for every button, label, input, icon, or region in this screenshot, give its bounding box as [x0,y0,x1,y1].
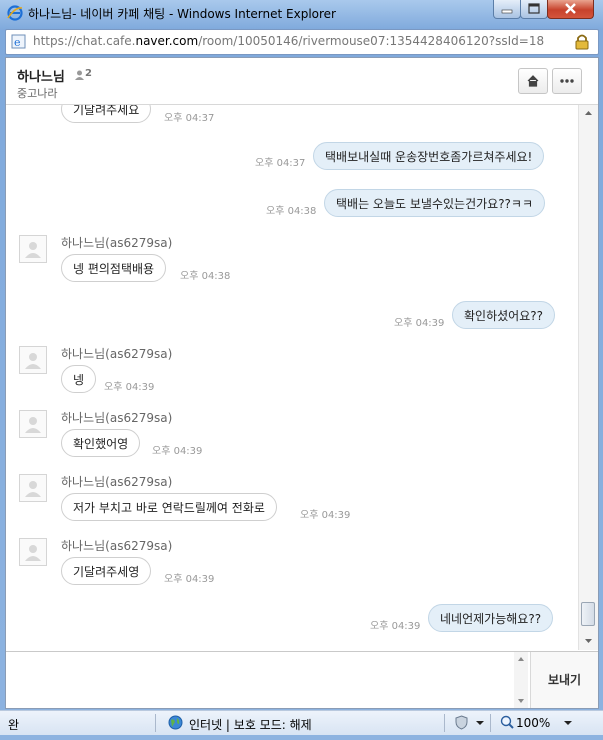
more-button[interactable] [552,68,582,94]
close-icon [565,3,576,14]
message-bubble: 확인하셨어요?? [452,301,555,329]
avatar[interactable] [19,538,47,566]
default-avatar-icon [25,545,41,561]
message-bubble: 확인했어영 [61,429,141,457]
ie-window: 하나느님- 네이버 카페 채팅 - Windows Internet Explo… [0,0,603,740]
sender-name: 하나느님(as6279sa) [61,236,173,250]
chat-page: 하나느님 2 중고나라 기달려주세요 오후 04:37 오후 04:37 택배보… [5,57,599,709]
message-time: 오후 04:39 [152,446,203,457]
room-title: 하나느님 [17,70,65,85]
message-bubble: 넹 [61,365,97,393]
default-avatar-icon [25,417,41,433]
message-bubble: 택배는 오늘도 보낼수있는건가요??ㅋㅋ [324,189,546,217]
security-shield-icon[interactable] [454,715,469,730]
title-bar: 하나느님- 네이버 카페 채팅 - Windows Internet Explo… [0,0,603,26]
globe-icon [168,715,183,730]
message-bubble: 넹 편의점택배용 [61,254,167,282]
message-bubble: 기달려주세영 [61,557,152,585]
security-zone[interactable]: 인터넷 | 보호 모드: 해제 [189,716,312,733]
message-time: 오후 04:38 [266,206,317,217]
sender-name: 하나느님(as6279sa) [61,347,173,361]
close-button[interactable] [547,0,594,19]
default-avatar-icon [25,353,41,369]
message-bubble: 기달려주세요 [61,105,152,123]
message-time: 오후 04:37 [255,158,306,169]
minimize-button[interactable] [493,0,521,19]
zoom-level[interactable]: 100% [516,716,550,730]
lock-icon[interactable] [574,33,590,50]
chat-header: 하나느님 2 중고나라 [6,58,598,105]
message-bubble: 저가 부치고 바로 연락드릴께여 전화로 [61,493,277,521]
message-time: 오후 04:39 [104,382,155,393]
message-time: 오후 04:39 [164,574,215,585]
svg-text:e: e [14,36,21,49]
status-divider [490,714,491,732]
scrollbar-thumb[interactable] [581,602,595,626]
sender-name: 하나느님(as6279sa) [61,411,173,425]
maximize-icon [528,3,540,14]
window-title: 하나느님- 네이버 카페 채팅 - Windows Internet Explo… [28,7,336,21]
avatar[interactable] [19,474,47,502]
sender-name: 하나느님(as6279sa) [61,475,173,489]
minimize-icon [501,9,513,14]
scroll-down-icon[interactable] [579,635,598,647]
page-icon: e [11,34,26,49]
default-avatar-icon [25,481,41,497]
status-divider [155,714,156,732]
default-avatar-icon [25,242,41,258]
address-bar[interactable]: e https://chat.cafe.naver.com/room/10050… [5,29,599,55]
zoom-dropdown-icon[interactable] [564,721,572,725]
status-divider [444,714,445,732]
member-count: 2 [85,68,92,79]
composer-scrollbar[interactable] [514,652,528,708]
message-scrollbar[interactable] [578,105,598,650]
more-icon [560,79,574,83]
message-bubble: 택배보내실때 운송장번호좀가르쳐주세요! [313,142,545,170]
avatar[interactable] [19,235,47,263]
send-button[interactable]: 보내기 [530,652,598,708]
home-icon [527,75,539,87]
shield-dropdown-icon[interactable] [476,721,484,725]
message-input[interactable] [8,654,517,708]
home-button[interactable] [518,68,548,94]
message-time: 오후 04:39 [394,318,445,329]
avatar[interactable] [19,346,47,374]
message-bubble: 네네언제가능해요?? [428,604,554,632]
message-time: 오후 04:39 [370,621,421,632]
maximize-button[interactable] [520,0,548,19]
avatar[interactable] [19,410,47,438]
status-bar: 완 인터넷 | 보호 모드: 해제 100% [0,710,603,735]
message-list[interactable]: 기달려주세요 오후 04:37 오후 04:37 택배보내실때 운송장번호좀가르… [6,105,578,650]
ie-logo-icon [7,5,23,21]
zoom-icon [500,715,514,729]
address-url: https://chat.cafe.naver.com/room/1005014… [33,34,545,48]
status-text: 완 [8,718,20,732]
message-time: 오후 04:37 [164,113,215,124]
scroll-up-icon[interactable] [579,107,598,119]
message-time: 오후 04:38 [180,271,231,282]
sender-name: 하나느님(as6279sa) [61,539,173,553]
message-time: 오후 04:39 [300,510,351,521]
person-icon [75,70,84,80]
cafe-name[interactable]: 중고나라 [17,85,57,101]
composer-scroll-arrows-icon [518,657,524,703]
message-composer: 보내기 [6,651,598,708]
